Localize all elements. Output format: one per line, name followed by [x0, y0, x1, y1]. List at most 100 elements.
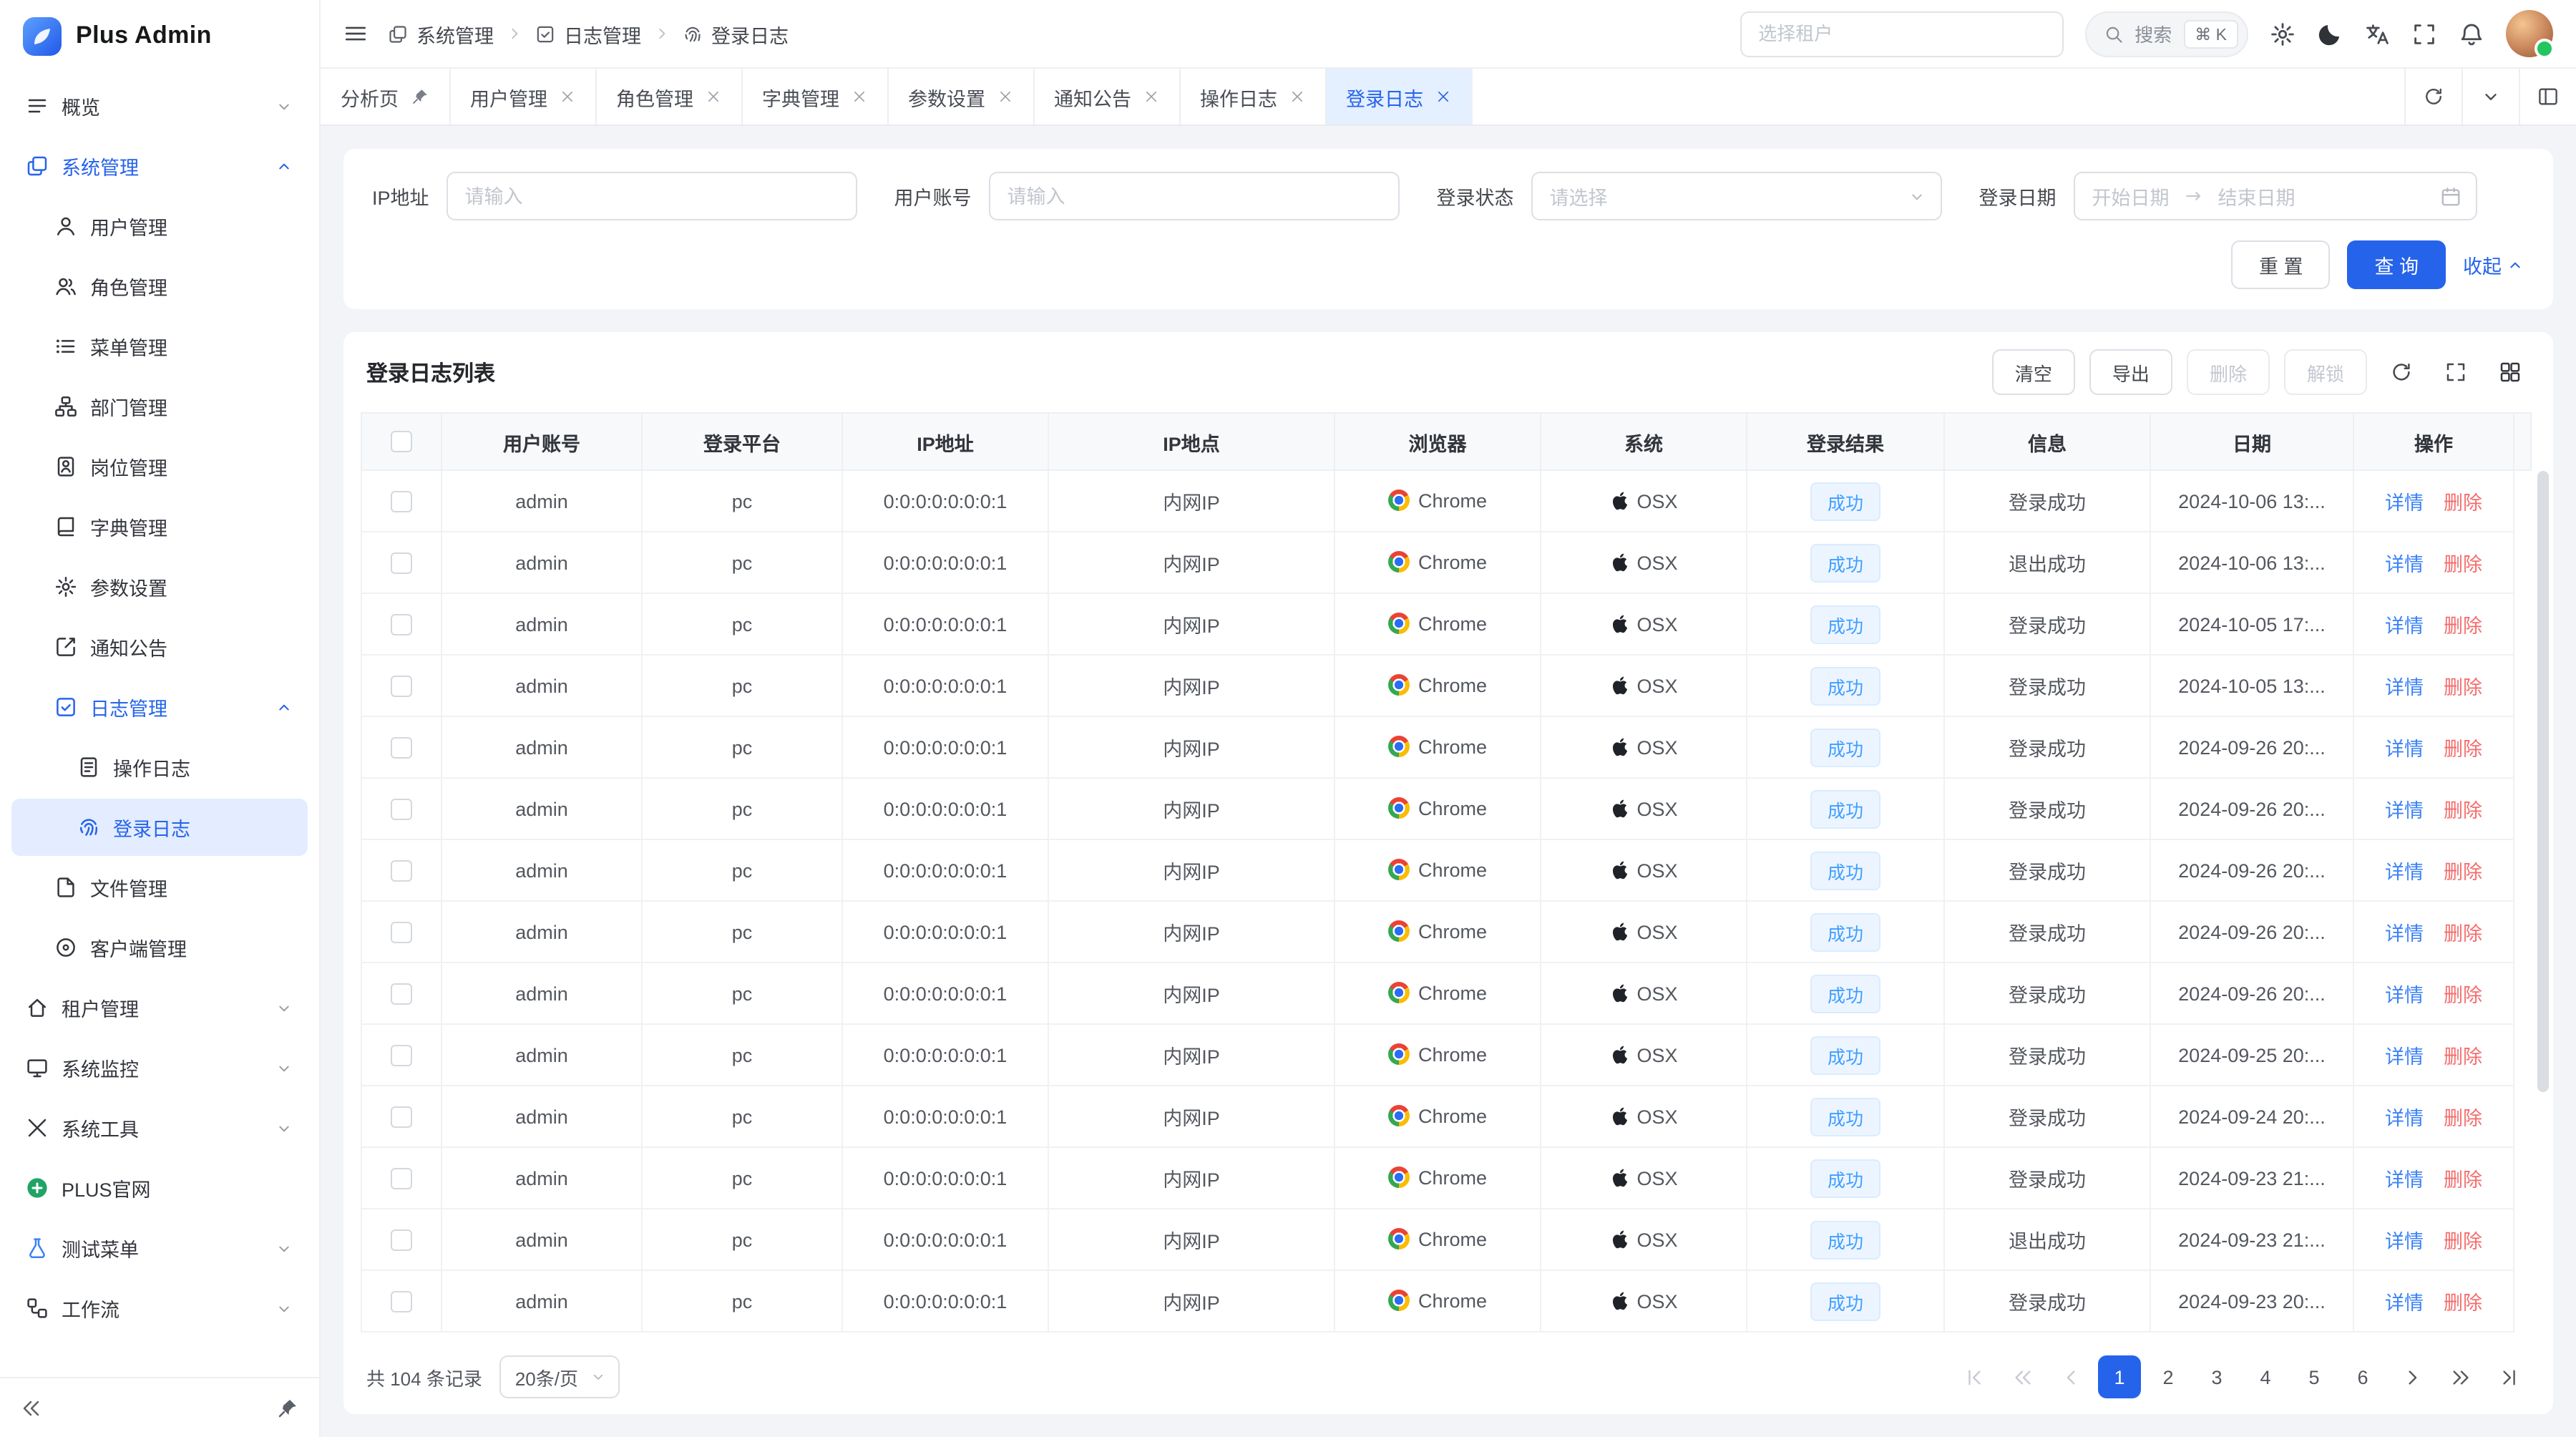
pin-icon[interactable] [410, 87, 429, 106]
close-icon[interactable] [1435, 89, 1450, 104]
tabs-menu-button[interactable] [2462, 69, 2519, 125]
jump-back-button[interactable] [2001, 1355, 2044, 1398]
remove-link[interactable]: 删除 [2444, 862, 2482, 883]
sidebar-item-client-mgmt[interactable]: 客户端管理 [11, 919, 308, 976]
sidebar-item-role-mgmt[interactable]: 角色管理 [11, 258, 308, 315]
dark-mode-moon-icon[interactable] [2317, 21, 2343, 47]
remove-link[interactable]: 删除 [2444, 985, 2482, 1006]
tab-op-log[interactable]: 操作日志 [1180, 69, 1326, 125]
gear-icon[interactable] [2270, 21, 2296, 47]
detail-link[interactable]: 详情 [2385, 1292, 2424, 1314]
refresh-table-button[interactable] [2381, 352, 2421, 392]
detail-link[interactable]: 详情 [2385, 923, 2424, 945]
sidebar-item-system-tools[interactable]: 系统工具 [11, 1099, 308, 1156]
table-scrollbar[interactable] [2537, 471, 2549, 1334]
remove-link[interactable]: 删除 [2444, 800, 2482, 822]
row-checkbox[interactable] [391, 1291, 412, 1312]
row-checkbox[interactable] [391, 799, 412, 820]
detail-link[interactable]: 详情 [2385, 1231, 2424, 1252]
row-checkbox[interactable] [391, 1229, 412, 1251]
remove-link[interactable]: 删除 [2444, 554, 2482, 575]
page-button-3[interactable]: 3 [2195, 1355, 2238, 1398]
sidebar-item-dept-mgmt[interactable]: 部门管理 [11, 378, 308, 435]
row-checkbox[interactable] [391, 922, 412, 943]
row-checkbox[interactable] [391, 491, 412, 512]
date-range-picker[interactable]: 开始日期 结束日期 [2074, 172, 2477, 220]
sidebar-item-notice[interactable]: 通知公告 [11, 618, 308, 676]
status-select[interactable]: 请选择 [1531, 172, 1942, 220]
sidebar-item-menu-mgmt[interactable]: 菜单管理 [11, 318, 308, 375]
tab-role-mgmt[interactable]: 角色管理 [596, 69, 742, 125]
tab-param-settings[interactable]: 参数设置 [888, 69, 1034, 125]
detail-link[interactable]: 详情 [2385, 985, 2424, 1006]
remove-link[interactable]: 删除 [2444, 1292, 2482, 1314]
detail-link[interactable]: 详情 [2385, 1169, 2424, 1191]
tabs-refresh-button[interactable] [2404, 69, 2462, 125]
row-checkbox[interactable] [391, 1106, 412, 1128]
sidebar-item-post-mgmt[interactable]: 岗位管理 [11, 438, 308, 495]
export-button[interactable]: 导出 [2089, 349, 2172, 395]
row-checkbox[interactable] [391, 860, 412, 882]
next-page-button[interactable] [2390, 1355, 2433, 1398]
account-input[interactable] [989, 172, 1400, 220]
sidebar-item-login-log[interactable]: 登录日志 [11, 799, 308, 856]
column-settings-button[interactable] [2490, 352, 2530, 392]
remove-link[interactable]: 删除 [2444, 739, 2482, 760]
clear-button[interactable]: 清空 [1992, 349, 2075, 395]
sidebar-item-param-settings[interactable]: 参数设置 [11, 558, 308, 615]
detail-link[interactable]: 详情 [2385, 1046, 2424, 1068]
bell-icon[interactable] [2459, 21, 2484, 47]
detail-link[interactable]: 详情 [2385, 1108, 2424, 1129]
user-avatar[interactable] [2506, 10, 2553, 57]
remove-link[interactable]: 删除 [2444, 1046, 2482, 1068]
row-checkbox[interactable] [391, 676, 412, 697]
first-page-button[interactable] [1952, 1355, 1995, 1398]
sidebar-item-tenant-mgmt[interactable]: 租户管理 [11, 979, 308, 1036]
scrollbar-thumb[interactable] [2537, 471, 2549, 1092]
fullscreen-table-button[interactable] [2436, 352, 2476, 392]
close-icon[interactable] [1143, 89, 1158, 104]
sidebar-item-dict-mgmt[interactable]: 字典管理 [11, 498, 308, 555]
select-all-checkbox[interactable] [391, 432, 412, 453]
sidebar-item-overview[interactable]: 概览 [11, 77, 308, 135]
sidebar-item-file-mgmt[interactable]: 文件管理 [11, 859, 308, 916]
prev-page-button[interactable] [2049, 1355, 2092, 1398]
last-page-button[interactable] [2487, 1355, 2530, 1398]
page-button-4[interactable]: 4 [2244, 1355, 2287, 1398]
tenant-select[interactable] [1740, 11, 2063, 57]
detail-link[interactable]: 详情 [2385, 677, 2424, 698]
unlock-button[interactable]: 解锁 [2284, 349, 2367, 395]
sidebar-item-system-mgmt[interactable]: 系统管理 [11, 137, 308, 195]
pin-icon[interactable] [276, 1396, 299, 1419]
row-checkbox[interactable] [391, 737, 412, 759]
fullscreen-icon[interactable] [2411, 21, 2437, 47]
row-checkbox[interactable] [391, 1045, 412, 1066]
remove-link[interactable]: 删除 [2444, 1231, 2482, 1252]
close-icon[interactable] [1289, 89, 1304, 104]
reset-button[interactable]: 重 置 [2232, 240, 2331, 289]
breadcrumb-item-system-mgmt[interactable]: 系统管理 [388, 19, 494, 48]
page-button-2[interactable]: 2 [2147, 1355, 2190, 1398]
tab-login-log[interactable]: 登录日志 [1326, 69, 1472, 125]
tab-user-mgmt[interactable]: 用户管理 [450, 69, 596, 125]
row-checkbox[interactable] [391, 614, 412, 635]
close-icon[interactable] [997, 89, 1013, 104]
hamburger-icon[interactable] [343, 21, 368, 46]
remove-link[interactable]: 删除 [2444, 492, 2482, 514]
detail-link[interactable]: 详情 [2385, 492, 2424, 514]
sidebar-item-op-log[interactable]: 操作日志 [11, 739, 308, 796]
detail-link[interactable]: 详情 [2385, 862, 2424, 883]
row-checkbox[interactable] [391, 983, 412, 1005]
tab-notice[interactable]: 通知公告 [1034, 69, 1180, 125]
app-logo[interactable]: Plus Admin [0, 0, 319, 72]
sidebar-item-plus-site[interactable]: PLUS官网 [11, 1159, 308, 1217]
page-size-select[interactable]: 20条/页 [499, 1355, 620, 1398]
close-icon[interactable] [559, 89, 575, 104]
remove-link[interactable]: 删除 [2444, 615, 2482, 637]
layout-toggle-button[interactable] [2519, 69, 2576, 125]
page-button-1[interactable]: 1 [2098, 1355, 2141, 1398]
detail-link[interactable]: 详情 [2385, 554, 2424, 575]
jump-forward-button[interactable] [2439, 1355, 2482, 1398]
page-button-6[interactable]: 6 [2341, 1355, 2384, 1398]
sidebar-item-test-menu[interactable]: 测试菜单 [11, 1219, 308, 1277]
